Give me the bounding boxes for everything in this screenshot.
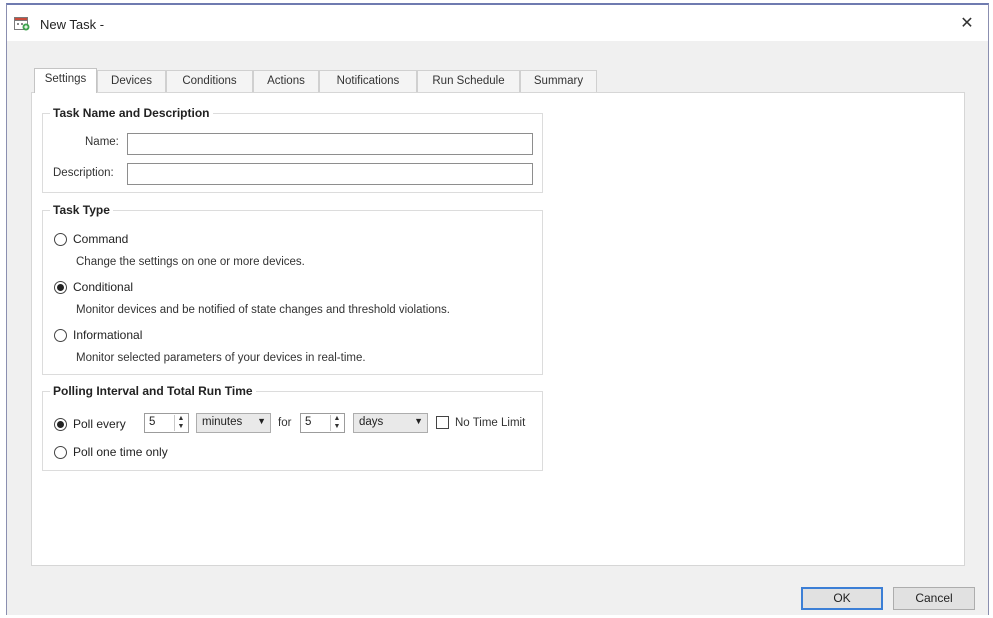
description-input[interactable] xyxy=(127,163,533,185)
duration-unit-dropdown[interactable]: days ▼ xyxy=(353,413,428,433)
chevron-down-icon: ▼ xyxy=(257,416,266,426)
tab-devices[interactable]: Devices xyxy=(97,70,166,92)
ok-button[interactable]: OK xyxy=(801,587,883,610)
new-task-dialog: New Task - ✕ Settings Devices Conditions… xyxy=(6,3,989,615)
cancel-button[interactable]: Cancel xyxy=(893,587,975,610)
close-button[interactable]: ✕ xyxy=(956,13,978,35)
dialog-body: Settings Devices Conditions Actions Noti… xyxy=(7,41,988,615)
informational-description: Monitor selected parameters of your devi… xyxy=(76,352,366,364)
close-icon: ✕ xyxy=(960,15,974,32)
chevron-down-icon: ▼ xyxy=(414,416,423,426)
interval-value: 5 xyxy=(149,416,156,428)
conditional-radio[interactable] xyxy=(54,280,67,294)
conditional-radio-option[interactable]: Conditional xyxy=(54,280,133,294)
description-label: Description: xyxy=(53,167,114,179)
duration-value: 5 xyxy=(305,416,312,428)
interval-spin-arrows-icon[interactable]: ▲ ▼ xyxy=(174,415,187,431)
poll-once-label: Poll one time only xyxy=(73,445,168,459)
informational-radio-option[interactable]: Informational xyxy=(54,328,142,342)
duration-stepper[interactable]: 5 ▲ ▼ xyxy=(300,413,345,433)
task-name-group: Task Name and Description Name: Descript… xyxy=(42,106,543,193)
interval-unit-dropdown[interactable]: minutes ▼ xyxy=(196,413,271,433)
settings-panel: Task Name and Description Name: Descript… xyxy=(31,92,965,566)
informational-label: Informational xyxy=(73,328,143,342)
task-type-group: Task Type Command Change the settings on… xyxy=(42,203,543,375)
poll-every-radio[interactable] xyxy=(54,417,67,431)
interval-stepper[interactable]: 5 ▲ ▼ xyxy=(144,413,189,433)
title-bar: New Task - ✕ xyxy=(7,5,988,41)
command-description: Change the settings on one or more devic… xyxy=(76,256,305,268)
no-time-limit-checkbox[interactable] xyxy=(436,416,449,429)
conditional-description: Monitor devices and be notified of state… xyxy=(76,304,450,316)
duration-unit-value: days xyxy=(359,416,384,428)
for-label: for xyxy=(278,417,292,429)
poll-once-radio-option[interactable]: Poll one time only xyxy=(54,445,168,459)
window-title: New Task - xyxy=(40,17,105,32)
poll-every-radio-option[interactable]: Poll every xyxy=(54,417,126,431)
no-time-limit-label: No Time Limit xyxy=(455,417,526,429)
task-name-group-title: Task Name and Description xyxy=(50,106,213,120)
interval-unit-value: minutes xyxy=(202,416,243,428)
tab-conditions[interactable]: Conditions xyxy=(166,70,253,92)
name-label: Name: xyxy=(85,136,119,148)
informational-radio[interactable] xyxy=(54,328,67,342)
tab-run-schedule[interactable]: Run Schedule xyxy=(417,70,520,92)
task-calendar-icon xyxy=(14,17,30,31)
command-radio-option[interactable]: Command xyxy=(54,232,128,246)
tab-notifications[interactable]: Notifications xyxy=(319,70,417,92)
tab-summary[interactable]: Summary xyxy=(520,70,597,92)
poll-once-radio[interactable] xyxy=(54,445,67,459)
command-radio[interactable] xyxy=(54,232,67,246)
task-type-group-title: Task Type xyxy=(50,203,113,217)
polling-group-title: Polling Interval and Total Run Time xyxy=(50,384,256,398)
poll-every-label: Poll every xyxy=(73,417,126,431)
name-input[interactable] xyxy=(127,133,533,155)
polling-group: Polling Interval and Total Run Time Poll… xyxy=(42,384,543,471)
duration-spin-arrows-icon[interactable]: ▲ ▼ xyxy=(330,415,343,431)
tab-settings[interactable]: Settings xyxy=(34,68,97,93)
conditional-label: Conditional xyxy=(73,280,134,294)
command-label: Command xyxy=(73,232,129,246)
tab-actions[interactable]: Actions xyxy=(253,70,319,92)
